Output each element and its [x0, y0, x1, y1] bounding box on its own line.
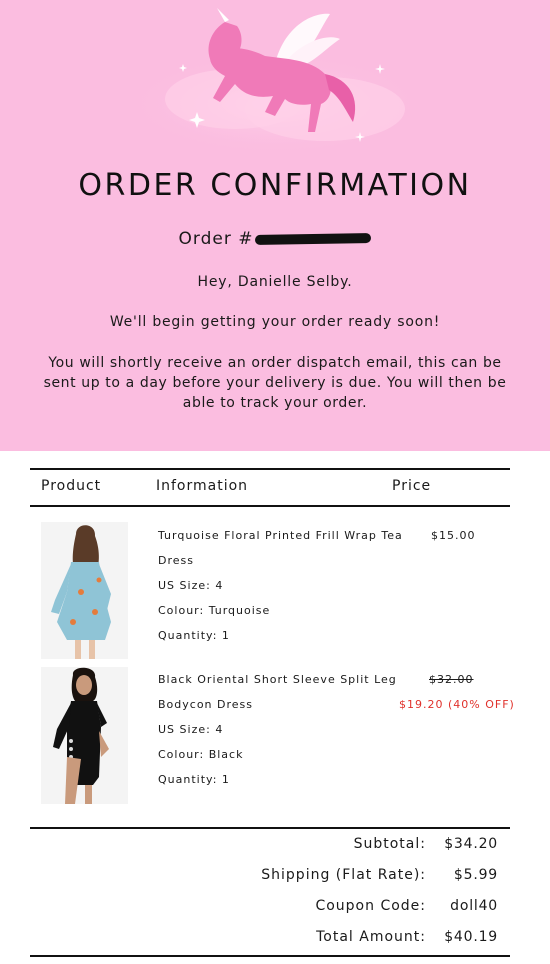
greeting-text: Hey, Danielle Selby. — [197, 274, 353, 290]
item-colour: Colour: Black — [158, 748, 244, 761]
shipping-value: $5.99 — [453, 867, 498, 883]
item-quantity: Quantity: 1 — [158, 773, 230, 786]
item-name[interactable]: Turquoise Floral Printed Frill Wrap Tea — [158, 523, 403, 548]
ready-message: We'll begin getting your order ready soo… — [109, 314, 441, 330]
item-sale-price: $19.20 (40% OFF) — [399, 698, 515, 711]
shipping-label: Shipping (Flat Rate): — [261, 867, 426, 883]
product-image-black-dress[interactable] — [41, 667, 128, 804]
subtotal-label: Subtotal: — [353, 836, 426, 852]
order-label: Order # — [178, 229, 254, 249]
product-image-turquoise-dress[interactable] — [41, 522, 128, 659]
coupon-label: Coupon Code: — [315, 898, 426, 914]
header-product: Product — [41, 478, 102, 494]
table-top-divider — [30, 468, 510, 470]
item-colour: Colour: Turquoise — [158, 604, 271, 617]
page-title: ORDER CONFIRMATION — [78, 168, 472, 203]
item-name-cont[interactable]: Bodycon Dress — [158, 692, 397, 717]
order-number: Order # — [0, 229, 550, 249]
coupon-value: doll40 — [450, 898, 498, 914]
totals-bottom-divider — [30, 955, 510, 957]
item-name-cont[interactable]: Dress — [158, 548, 403, 573]
item-info: Black Oriental Short Sleeve Split Leg Bo… — [158, 667, 397, 792]
item-info: Turquoise Floral Printed Frill Wrap Tea … — [158, 523, 403, 648]
item-size: US Size: 4 — [158, 723, 224, 736]
dispatch-message: You will shortly receive an order dispat… — [43, 355, 507, 411]
table-header-divider — [30, 505, 510, 507]
item-name[interactable]: Black Oriental Short Sleeve Split Leg — [158, 667, 397, 692]
redacted-order-number — [255, 232, 372, 246]
item-price: $15.00 — [431, 529, 476, 542]
item-size: US Size: 4 — [158, 579, 224, 592]
hero-banner: ORDER CONFIRMATION Order # Hey, Danielle… — [0, 0, 550, 451]
total-value: $40.19 — [444, 929, 498, 945]
header-price: Price — [392, 478, 432, 494]
item-quantity: Quantity: 1 — [158, 629, 230, 642]
subtotal-value: $34.20 — [444, 836, 498, 852]
totals-top-divider — [30, 827, 510, 829]
total-label: Total Amount: — [316, 929, 426, 945]
header-information: Information — [156, 478, 249, 494]
unicorn-illustration — [125, 8, 425, 156]
item-original-price: $32.00 — [429, 673, 474, 686]
